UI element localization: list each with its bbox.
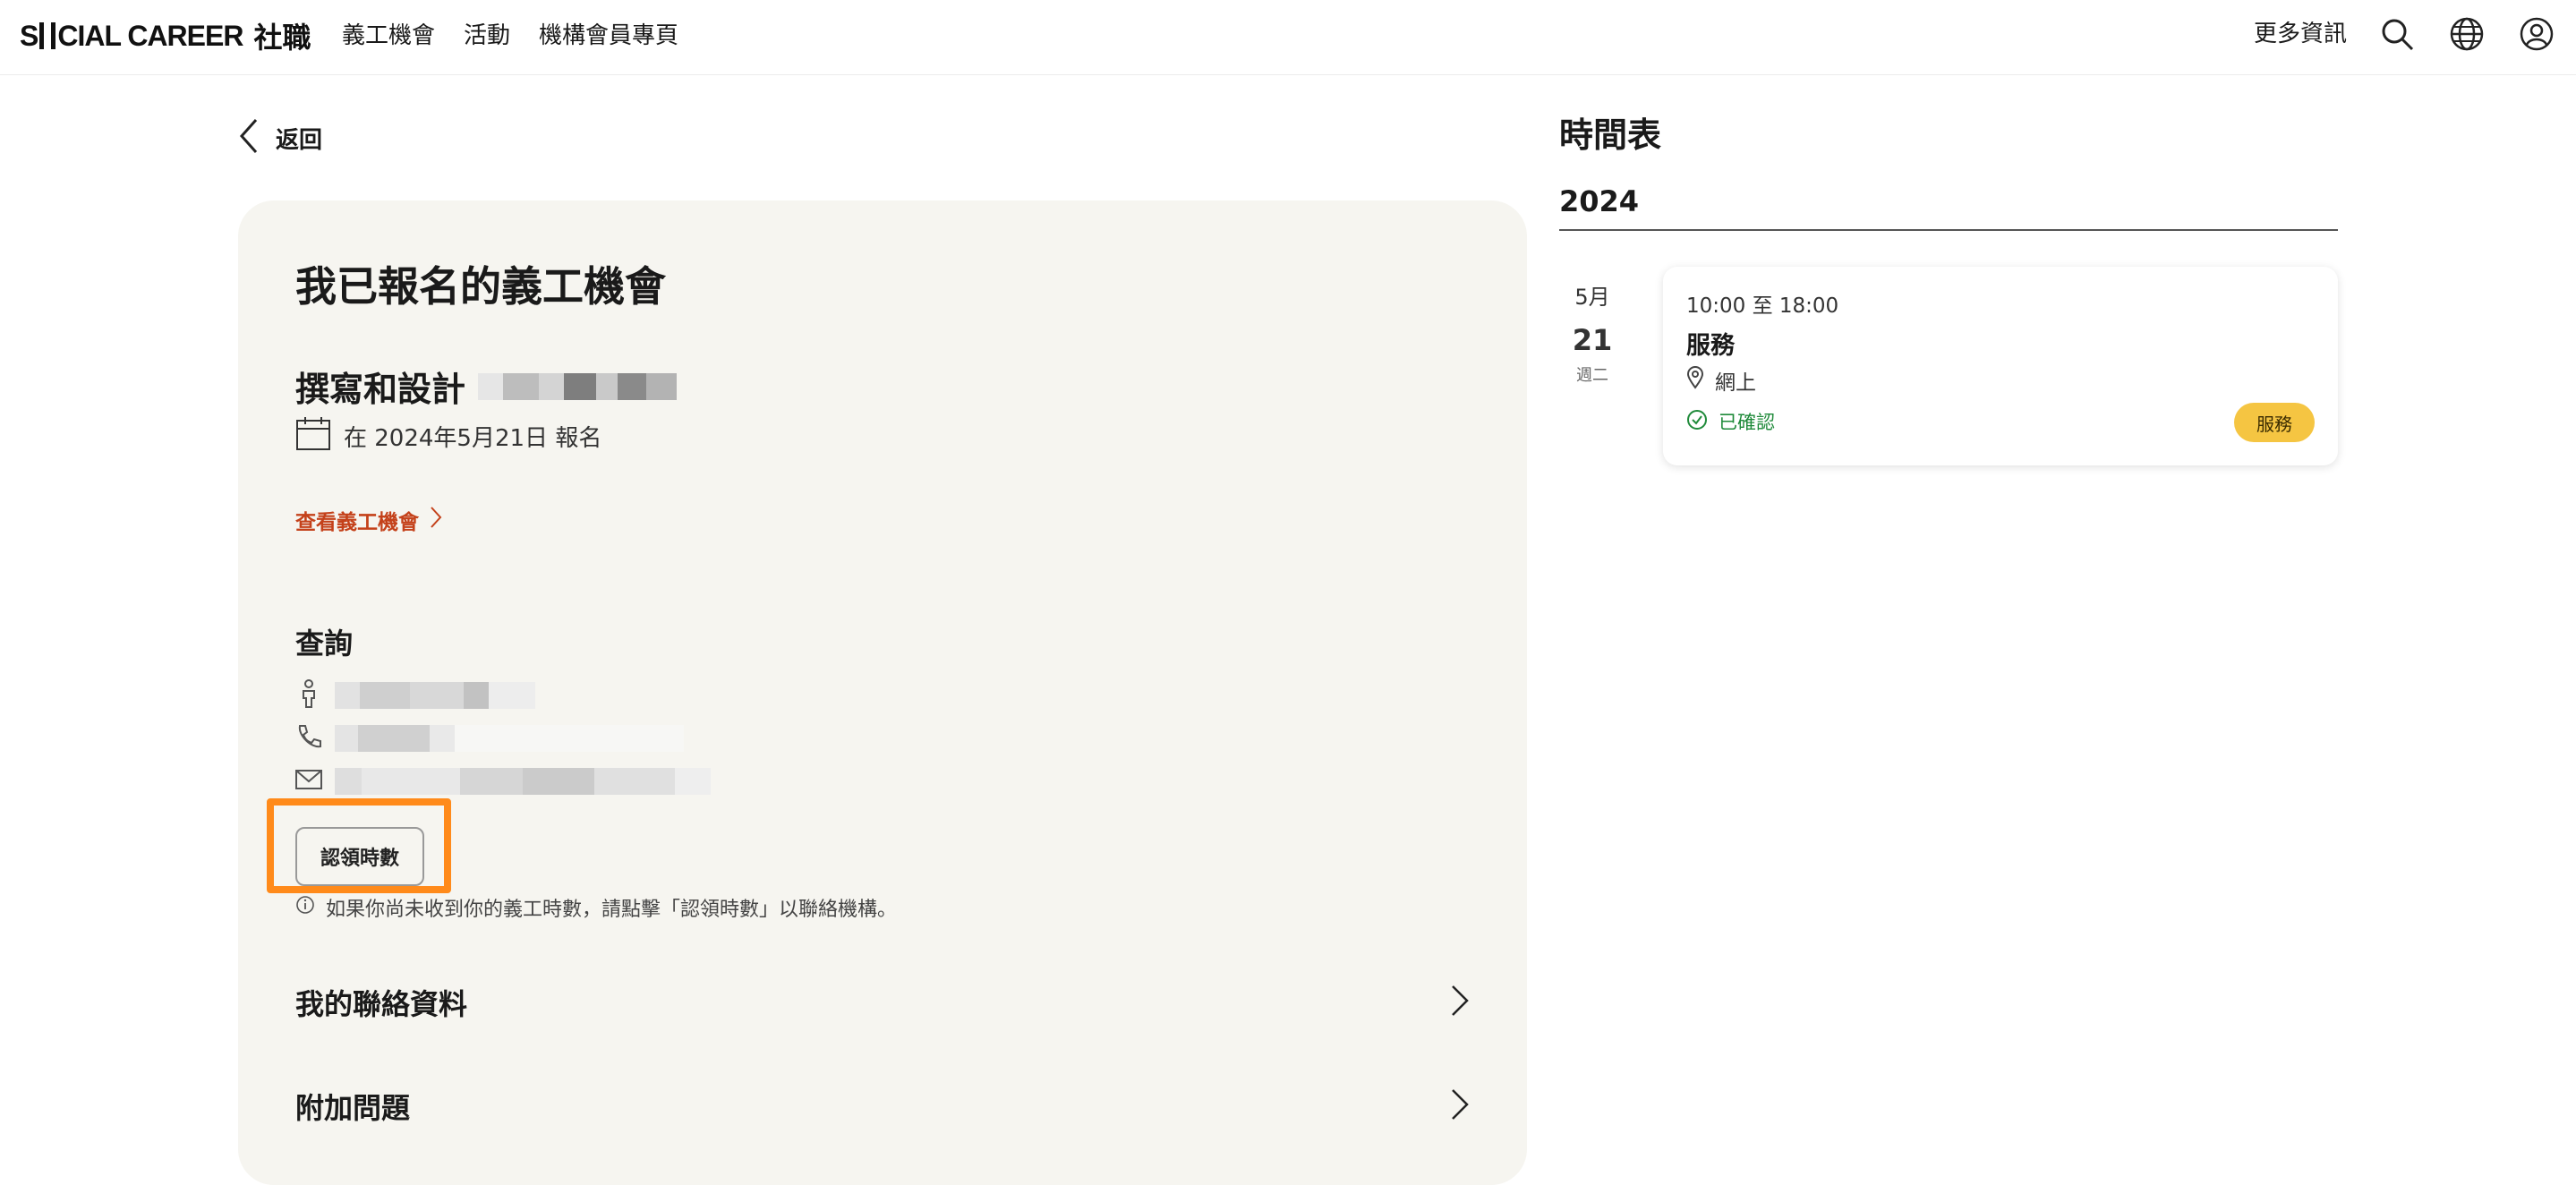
nav-item-events[interactable]: 活動 [464, 20, 510, 52]
date-day: 21 [1572, 323, 1613, 357]
event-status: 已確認 [1686, 408, 1775, 435]
opportunity-title: 撰寫和設計 [295, 362, 678, 411]
contact-person-row [295, 678, 535, 712]
view-opportunity-label: 查看義工機會 [295, 511, 419, 534]
inquiry-heading: 查詢 [295, 627, 354, 661]
chevron-left-icon [238, 116, 260, 159]
my-contact-info-section[interactable]: 我的聯絡資料 [295, 976, 1470, 1029]
my-contact-info-label: 我的聯絡資料 [295, 987, 468, 1021]
contact-phone-row [295, 723, 684, 754]
event-location-text: 網上 [1715, 371, 1756, 395]
registration-date: 在 2024年5月21日 報名 [295, 415, 601, 457]
logo-text-chinese: 社職 [253, 21, 311, 55]
view-opportunity-link[interactable]: 查看義工機會 [295, 505, 442, 535]
nav-item-org-members[interactable]: 機構會員專頁 [539, 20, 678, 52]
date-weekday: 週二 [1576, 366, 1608, 385]
calendar-icon [295, 415, 331, 457]
check-circle-icon [1686, 409, 1708, 435]
additional-questions-label: 附加問題 [295, 1091, 411, 1125]
additional-questions-section[interactable]: 附加問題 [295, 1079, 1470, 1133]
redacted-title-block [478, 368, 678, 405]
info-icon [295, 895, 315, 920]
logo-text-suffix: CIAL CAREER [57, 19, 243, 52]
page-title: 我已報名的義工機會 [295, 262, 666, 311]
chevron-right-icon [1450, 984, 1470, 1021]
back-label: 返回 [276, 126, 323, 154]
search-icon[interactable] [2377, 14, 2417, 54]
event-status-text: 已確認 [1719, 412, 1775, 433]
redacted-contact-phone [335, 725, 684, 752]
opportunity-title-text: 撰寫和設計 [295, 370, 466, 409]
claim-hours-button[interactable]: 認領時數 [295, 827, 424, 886]
schedule-event-card[interactable]: 10:00 至 18:00 服務 網上 已確認 服務 [1663, 267, 2338, 465]
redacted-contact-email [335, 768, 711, 795]
nav-item-volunteer[interactable]: 義工機會 [342, 20, 435, 52]
top-navbar: S CIAL CAREER 社職 義工機會 活動 機構會員專頁 更多資訊 [0, 0, 2576, 75]
redacted-contact-name [335, 682, 535, 709]
more-info-link[interactable]: 更多資訊 [2254, 13, 2347, 55]
registration-card: 我已報名的義工機會 撰寫和設計 在 2024年5月21日 報名 查看義工機會 查… [238, 200, 1527, 1185]
schedule-heading: 時間表 [1559, 115, 1662, 155]
event-title: 服務 [1686, 332, 1735, 360]
claim-hours-highlight: 認領時數 [267, 798, 451, 893]
main-nav: 義工機會 活動 機構會員專頁 [342, 20, 678, 52]
user-icon[interactable] [2517, 14, 2556, 54]
header-actions: 更多資訊 [2254, 13, 2556, 55]
chevron-right-icon [1450, 1087, 1470, 1125]
logo-text-prefix: S [20, 19, 38, 52]
site-logo[interactable]: S CIAL CAREER 社職 [20, 16, 311, 55]
event-type-badge: 服務 [2234, 403, 2315, 442]
schedule-date: 5月 21 週二 [1559, 279, 1625, 386]
claim-hours-note: 如果你尚未收到你的義工時數，請點擊「認領時數」以聯絡機構。 [295, 893, 897, 922]
chevron-right-icon [430, 506, 442, 534]
event-location: 網上 [1686, 365, 1756, 396]
location-pin-icon [1686, 366, 1704, 395]
back-link[interactable]: 返回 [238, 116, 322, 159]
registration-date-text: 在 2024年5月21日 報名 [344, 425, 602, 452]
globe-icon[interactable] [2447, 14, 2486, 54]
schedule-year: 2024 [1559, 184, 1640, 218]
mail-icon [295, 769, 322, 794]
phone-icon [295, 723, 322, 754]
claim-hours-note-text: 如果你尚未收到你的義工時數，請點擊「認領時數」以聯絡機構。 [326, 899, 898, 921]
logo-o-mark [39, 22, 56, 49]
date-month: 5月 [1574, 285, 1610, 310]
person-icon [295, 678, 322, 712]
event-time: 10:00 至 18:00 [1686, 294, 1839, 318]
year-divider [1559, 229, 2338, 231]
contact-email-row [295, 768, 711, 795]
